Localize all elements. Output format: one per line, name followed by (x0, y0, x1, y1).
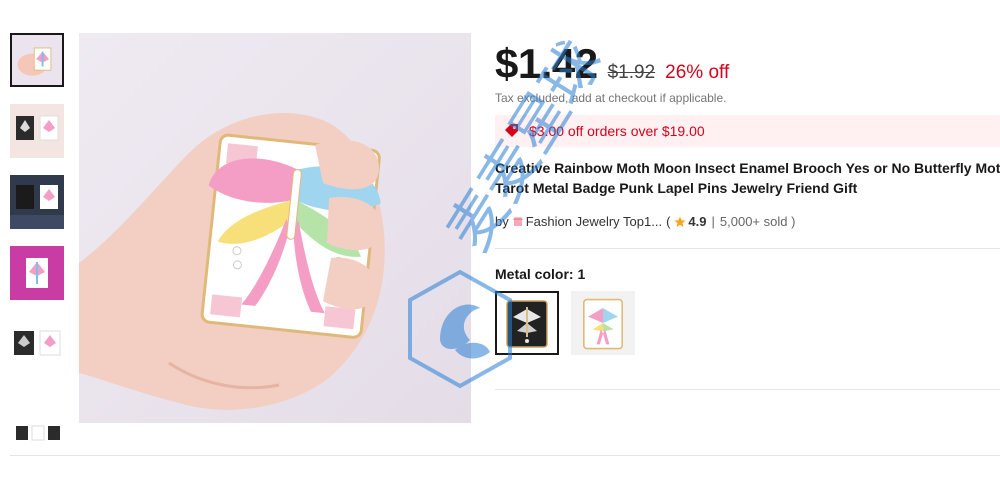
thumbnail-4[interactable] (10, 246, 64, 300)
page-divider (10, 455, 1000, 456)
store-name-link[interactable]: Fashion Jewelry Top1... (526, 214, 662, 229)
rating-open-paren: ( (666, 214, 671, 229)
variant-option-white[interactable] (571, 291, 635, 355)
coupon-banner[interactable]: $3.00 off orders over $19.00 (495, 115, 1000, 147)
variant-option-black[interactable] (495, 291, 559, 355)
tax-note: Tax excluded, add at checkout if applica… (495, 91, 727, 105)
product-title: Creative Rainbow Moth Moon Insect Enamel… (495, 160, 1000, 196)
divider (495, 389, 1000, 390)
star-icon (674, 216, 687, 227)
thumbnail-1[interactable] (10, 33, 64, 87)
store-rating: 4.9 (688, 214, 707, 229)
divider (495, 248, 1000, 249)
price-row: $1.42 $1.92 26% off (495, 40, 1000, 90)
discount-badge: 26% off (665, 62, 730, 83)
thumbnail-3[interactable] (10, 175, 64, 229)
main-product-image[interactable] (79, 33, 471, 423)
thumbnail-5[interactable] (10, 317, 64, 371)
original-price: $1.92 (607, 62, 656, 83)
store-row: by Fashion Jewelry Top1... ( 4.9 | 5,000… (495, 214, 1000, 229)
thumbnail-2[interactable] (10, 104, 64, 158)
coupon-text: $3.00 off orders over $19.00 (529, 123, 705, 139)
thumbnail-6[interactable] (10, 388, 64, 442)
variant-label: Metal color: 1 (495, 266, 586, 282)
sold-count: 5,000+ sold ) (719, 214, 796, 229)
product-info: $1.42 $1.92 26% off Tax excluded, add at… (495, 40, 1000, 390)
current-price: $1.42 (495, 40, 598, 87)
price-tag-icon (505, 124, 518, 137)
variant-swatches (495, 291, 1000, 355)
store-icon (512, 217, 523, 226)
thumbnail-list (10, 33, 66, 459)
rating-separator: | (711, 214, 715, 229)
by-label: by (495, 214, 509, 229)
